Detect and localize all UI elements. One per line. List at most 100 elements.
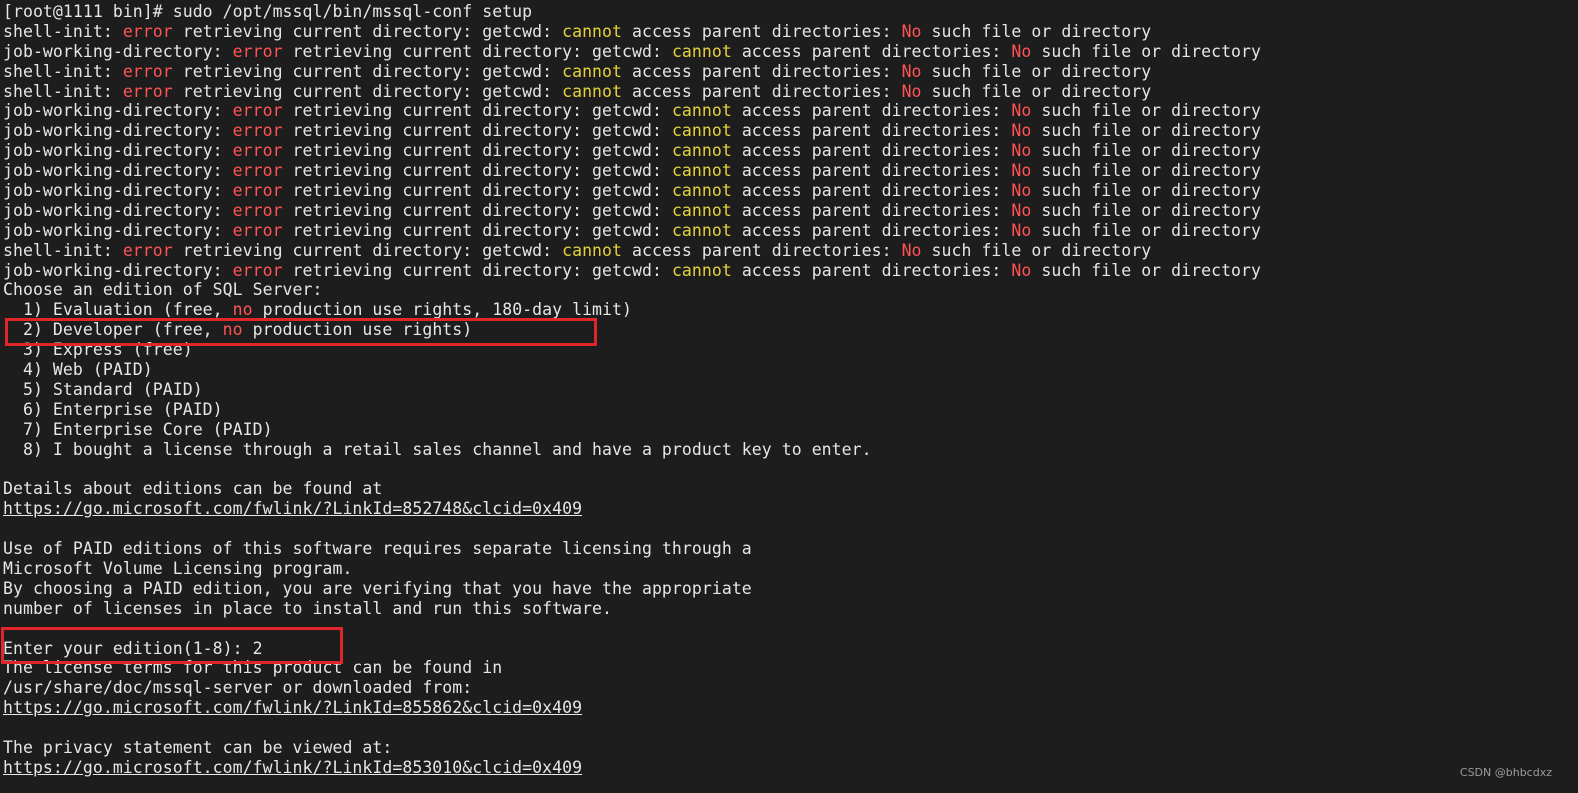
terminal-text: access parent directories: [731, 200, 1012, 220]
terminal-text: job-working-directory: [3, 181, 233, 201]
terminal-text: number of licenses in place to install a… [3, 598, 613, 618]
terminal-text: access parent directories: [731, 121, 1012, 141]
terminal-line-option: 6) Enterprise (PAID) [3, 400, 1578, 420]
terminal-highlight-red: error [232, 181, 283, 201]
terminal-text: job-working-directory: [3, 141, 233, 161]
terminal-text: access parent directories: [731, 260, 1012, 280]
terminal-text: job-working-directory: [3, 260, 233, 280]
terminal-text: retrieving current directory: getcwd: [172, 240, 563, 260]
terminal-line-error: job-working-directory: error retrieving … [3, 261, 1578, 281]
terminal-line-text: number of licenses in place to install a… [3, 599, 1578, 619]
terminal-line-error: shell-init: error retrieving current dir… [3, 241, 1578, 261]
terminal-text: retrieving current directory: getcwd: [282, 260, 672, 280]
terminal-output: [root@1111 bin]# sudo /opt/mssql/bin/mss… [3, 2, 1578, 778]
terminal-window[interactable]: [root@1111 bin]# sudo /opt/mssql/bin/mss… [0, 0, 1578, 793]
terminal-highlight-red: error [232, 121, 283, 141]
terminal-text: shell-init: [3, 61, 123, 81]
terminal-text: access parent directories: [622, 61, 902, 81]
terminal-line-error: job-working-directory: error retrieving … [3, 201, 1578, 221]
terminal-text: Enter your edition(1-8): 2 [3, 638, 263, 658]
terminal-highlight-red: No [1011, 200, 1032, 220]
terminal-highlight-red: error [122, 240, 173, 260]
terminal-line-link[interactable]: https://go.microsoft.com/fwlink/?LinkId=… [3, 698, 1578, 718]
terminal-text: access parent directories: [622, 240, 902, 260]
terminal-highlight-red: No [1011, 220, 1032, 240]
terminal-text: retrieving current directory: getcwd: [172, 61, 563, 81]
terminal-highlight-yellow: cannot [671, 141, 732, 161]
terminal-highlight-red: No [1011, 41, 1032, 61]
terminal-text: such file or directory [1031, 200, 1262, 220]
terminal-line-link[interactable]: https://go.microsoft.com/fwlink/?LinkId=… [3, 499, 1578, 519]
terminal-text: shell-init: [3, 81, 123, 101]
terminal-highlight-yellow: cannot [671, 200, 732, 220]
terminal-line-text: The privacy statement can be viewed at: [3, 738, 1578, 758]
terminal-line-option: 8) I bought a license through a retail s… [3, 440, 1578, 460]
terminal-text: shell-init: [3, 21, 123, 41]
terminal-text: such file or directory [1031, 101, 1262, 121]
terminal-text: retrieving current directory: getcwd: [282, 101, 672, 121]
terminal-text: retrieving current directory: getcwd: [172, 21, 563, 41]
terminal-link[interactable]: https://go.microsoft.com/fwlink/?LinkId=… [3, 758, 582, 777]
terminal-highlight-red: no [232, 300, 253, 320]
terminal-line-text: /usr/share/doc/mssql-server or downloade… [3, 678, 1578, 698]
terminal-highlight-red: error [232, 41, 283, 61]
terminal-text: production use rights) [242, 320, 473, 340]
terminal-link[interactable]: https://go.microsoft.com/fwlink/?LinkId=… [3, 499, 582, 518]
terminal-text: /usr/share/doc/mssql-server or downloade… [3, 678, 473, 698]
terminal-text: access parent directories: [731, 141, 1012, 161]
terminal-text: job-working-directory: [3, 200, 233, 220]
terminal-text: retrieving current directory: getcwd: [282, 121, 672, 141]
terminal-highlight-red: No [901, 240, 922, 260]
terminal-line-option: 3) Express (free) [3, 340, 1578, 360]
terminal-text: job-working-directory: [3, 41, 233, 61]
terminal-text: such file or directory [1031, 181, 1262, 201]
terminal-link[interactable]: https://go.microsoft.com/fwlink/?LinkId=… [3, 698, 582, 717]
terminal-highlight-red: error [232, 161, 283, 181]
terminal-text: access parent directories: [731, 101, 1012, 121]
terminal-line-error: shell-init: error retrieving current dir… [3, 62, 1578, 82]
terminal-text: 5) Standard (PAID) [3, 379, 203, 399]
terminal-highlight-yellow: cannot [671, 161, 732, 181]
terminal-text: Microsoft Volume Licensing program. [3, 558, 353, 578]
terminal-text: The privacy statement can be viewed at: [3, 737, 393, 757]
terminal-highlight-red: no [222, 320, 243, 340]
terminal-highlight-yellow: cannot [671, 41, 732, 61]
terminal-highlight-yellow: cannot [671, 260, 732, 280]
terminal-text: such file or directory [921, 21, 1152, 41]
terminal-text: 3) Express (free) [3, 340, 193, 360]
terminal-text: access parent directories: [622, 21, 902, 41]
terminal-line-prompt: [root@1111 bin]# sudo /opt/mssql/bin/mss… [3, 2, 1578, 22]
terminal-line-option: 4) Web (PAID) [3, 360, 1578, 380]
terminal-highlight-yellow: cannot [671, 121, 732, 141]
terminal-text: 8) I bought a license through a retail s… [3, 439, 872, 459]
terminal-text: shell-init: [3, 240, 123, 260]
terminal-highlight-yellow: cannot [562, 61, 623, 81]
terminal-highlight-red: No [1011, 141, 1032, 161]
terminal-text: retrieving current directory: getcwd: [282, 161, 672, 181]
terminal-text: job-working-directory: [3, 101, 233, 121]
terminal-line-error: job-working-directory: error retrieving … [3, 141, 1578, 161]
terminal-highlight-red: No [1011, 161, 1032, 181]
terminal-highlight-red: error [232, 101, 283, 121]
terminal-line-link[interactable]: https://go.microsoft.com/fwlink/?LinkId=… [3, 758, 1578, 778]
terminal-highlight-red: error [232, 220, 283, 240]
terminal-text: 6) Enterprise (PAID) [3, 399, 223, 419]
terminal-text: access parent directories: [731, 41, 1012, 61]
terminal-text: retrieving current directory: getcwd: [172, 81, 563, 101]
terminal-highlight-red: No [901, 21, 922, 41]
terminal-text: 2) Developer (free, [3, 320, 223, 340]
terminal-text: retrieving current directory: getcwd: [282, 200, 672, 220]
terminal-text: [root@1111 bin]# sudo /opt/mssql/bin/mss… [3, 2, 533, 21]
terminal-highlight-red: error [232, 141, 283, 161]
terminal-text: job-working-directory: [3, 220, 233, 240]
terminal-highlight-red: error [232, 200, 283, 220]
terminal-highlight-red: No [901, 81, 922, 101]
terminal-text: such file or directory [1031, 141, 1262, 161]
terminal-text: production use rights, 180-day limit) [252, 300, 632, 320]
terminal-text: 7) Enterprise Core (PAID) [3, 419, 273, 439]
terminal-text: Details about editions can be found at [3, 479, 383, 499]
terminal-highlight-yellow: cannot [671, 181, 732, 201]
